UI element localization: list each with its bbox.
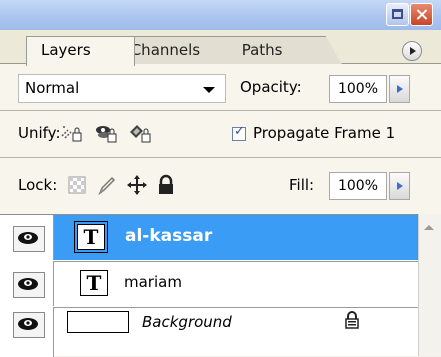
lock-image-pixels-icon[interactable] (96, 174, 118, 196)
blend-mode-value: Normal (25, 79, 80, 97)
layer-name: al-kassar (125, 226, 213, 246)
blend-mode-select[interactable]: Normal (18, 74, 226, 103)
eye-icon[interactable] (13, 272, 45, 298)
unify-position-icon[interactable] (60, 122, 84, 144)
opacity-field[interactable]: 100% (329, 75, 387, 103)
lock-icon (344, 311, 360, 329)
visibility-cell[interactable] (0, 307, 54, 357)
layer-name: mariam (124, 273, 182, 291)
layer-content[interactable]: Background (54, 307, 418, 352)
layer-row-background[interactable]: Background (0, 307, 418, 357)
minimize-icon[interactable] (386, 3, 409, 26)
text-layer-thumbnail: T (74, 221, 108, 253)
panel-menu-icon[interactable] (402, 41, 422, 61)
panel-tab-bar: Channels Paths Layers (0, 30, 441, 66)
unify-style-icon[interactable] (128, 122, 152, 144)
layer-list: T al-kassar T mariam Background (0, 214, 418, 357)
text-layer-thumbnail: T (80, 270, 108, 296)
layer-row-al-kassar[interactable]: T al-kassar (0, 215, 418, 262)
layer-name: Background (142, 313, 232, 331)
propagate-frame-checkbox[interactable] (232, 124, 246, 141)
chevron-down-icon (203, 87, 215, 93)
layer-content[interactable]: T mariam (54, 261, 418, 306)
fill-field[interactable]: 100% (329, 172, 387, 200)
tab-paths[interactable]: Paths (219, 36, 343, 65)
image-layer-thumbnail (67, 311, 129, 333)
layer-row-mariam[interactable]: T mariam (0, 261, 418, 308)
unify-visibility-icon[interactable] (94, 122, 118, 144)
eye-icon[interactable] (13, 312, 45, 338)
propagate-frame-label: Propagate Frame 1 (253, 124, 396, 142)
layer-content[interactable]: T al-kassar (54, 215, 418, 260)
lock-all-icon[interactable] (155, 174, 177, 196)
unify-label: Unify: (18, 124, 61, 142)
opacity-slider-button[interactable] (389, 75, 410, 103)
visibility-cell[interactable] (0, 261, 54, 306)
lock-label: Lock: (18, 176, 58, 194)
tab-layers[interactable]: Layers (26, 36, 135, 66)
panel-title-bar (0, 0, 441, 30)
opacity-label: Opacity: (240, 78, 302, 96)
lock-position-icon[interactable] (126, 174, 148, 196)
eye-icon[interactable] (13, 226, 45, 252)
visibility-cell[interactable] (0, 215, 54, 260)
close-icon[interactable] (410, 3, 433, 26)
fill-label: Fill: (289, 176, 315, 194)
lock-transparent-pixels-icon[interactable] (66, 174, 88, 196)
scroll-up-icon[interactable] (421, 222, 437, 236)
fill-slider-button[interactable] (389, 172, 410, 200)
